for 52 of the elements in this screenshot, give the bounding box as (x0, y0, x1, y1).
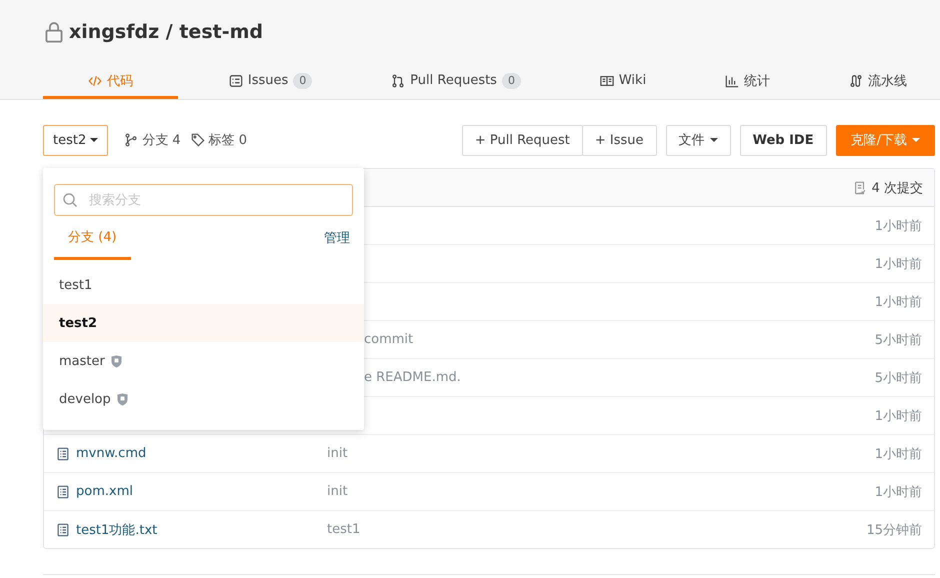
commit-time: 5小时前 (874, 370, 922, 386)
toolbar-button[interactable]: + Issue (582, 124, 657, 156)
nav-tab[interactable]: Pull Requests 0 (357, 65, 549, 99)
nav-tab[interactable]: 流水线 (814, 65, 935, 99)
tag-icon (190, 133, 205, 147)
toolbar-button[interactable]: 文件 (666, 124, 731, 156)
commit-time: 1小时前 (874, 294, 922, 310)
file-name-link[interactable]: pom.xml (76, 484, 133, 499)
commit-message: init (327, 446, 348, 461)
branches-link[interactable]: 分支 4 (142, 131, 181, 149)
book-icon (600, 74, 614, 88)
lock-icon (43, 21, 65, 43)
commit-time: 15分钟前 (866, 522, 922, 538)
bar-chart-icon (725, 74, 740, 88)
nav-tab[interactable]: Wiki (566, 65, 674, 99)
count-badge: 0 (502, 72, 521, 88)
branch-item[interactable]: master (43, 342, 364, 380)
toolbar-button[interactable]: + Pull Request (462, 124, 583, 156)
toolbar-button[interactable]: Web IDE (740, 124, 827, 156)
branch-item[interactable]: develop (43, 380, 364, 418)
file-name-link[interactable]: mvnw.cmd (76, 446, 146, 461)
merge-request-icon (391, 74, 406, 88)
branch-icon (124, 133, 138, 147)
commit-message: commit (364, 332, 414, 347)
commit-time: 1小时前 (874, 256, 922, 272)
commit-time: 1小时前 (874, 446, 922, 462)
commit-time: 1小时前 (874, 218, 922, 234)
pipeline-icon (848, 74, 863, 88)
commits-link[interactable]: 4 次提交 (872, 178, 923, 196)
code-icon (88, 74, 102, 88)
file-icon (56, 446, 70, 460)
commit-log-icon (852, 180, 867, 194)
nav-tab[interactable]: 统计 (691, 65, 798, 99)
branch-item[interactable]: test2 (43, 304, 364, 342)
commit-message: test1 (327, 522, 360, 537)
tags-link[interactable]: 标签 0 (208, 131, 248, 149)
search-field[interactable]: 搜索分支 (54, 184, 353, 216)
list-icon (228, 74, 243, 88)
branch-select[interactable]: test2 (43, 124, 108, 156)
file-icon (56, 522, 70, 536)
commit-time: 5小时前 (874, 332, 922, 348)
commit-time: 1小时前 (874, 408, 922, 424)
branch-item[interactable]: test1 (43, 266, 364, 304)
nav-tab[interactable]: Issues 0 (194, 65, 340, 99)
file-name-link[interactable]: test1功能.txt (76, 520, 158, 538)
commit-message: e README.md. (364, 370, 461, 385)
repo-title: xingsfdz / test-md (69, 21, 263, 43)
commit-message: init (327, 484, 348, 499)
manage-link[interactable]: 管理 (324, 229, 350, 247)
count-badge: 0 (293, 72, 312, 88)
commit-time: 1小时前 (874, 484, 922, 500)
file-icon (56, 484, 70, 498)
